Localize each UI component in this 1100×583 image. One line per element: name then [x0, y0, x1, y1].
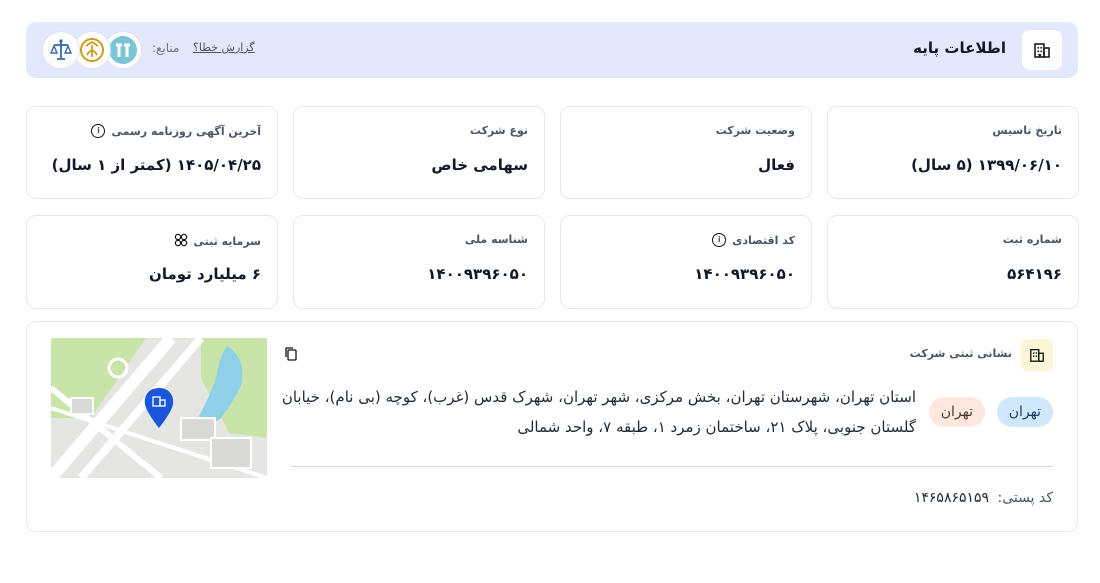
- postal-value: ۱۴۶۵۸۶۵۱۵۹: [913, 490, 990, 506]
- scales-icon[interactable]: [42, 31, 80, 69]
- card-value: سهامی خاص: [431, 156, 528, 174]
- postal-label: کد پستی:: [997, 490, 1053, 506]
- card-label: تاریخ تاسیس: [992, 124, 1062, 137]
- page-title: اطلاعات پایه: [913, 39, 1006, 57]
- address-text: استان تهران، شهرستان تهران، بخش مرکزی، ش…: [281, 388, 916, 436]
- card-value: فعال: [758, 156, 795, 174]
- card-value: ۱۳۹۹/۰۶/۱۰ (۵ سال): [911, 156, 1062, 174]
- card-registered-capital: سرمایه ثبتی ۶ میلیارد تومان: [26, 215, 278, 309]
- card-company-status: وضعیت شرکت فعال: [560, 106, 812, 199]
- card-value: ۶ میلیارد تومان: [149, 265, 261, 283]
- card-label: شناسه ملی: [464, 233, 528, 246]
- building-icon: [1022, 30, 1062, 70]
- card-value: ۱۴۰۰۹۳۹۶۰۵۰: [694, 265, 795, 283]
- card-company-type: نوع شرکت سهامی خاص: [293, 106, 545, 199]
- sources-label: منابع:: [152, 41, 180, 55]
- info-icon[interactable]: i: [712, 233, 727, 247]
- basic-info-header: اطلاعات پایه گزارش خطا؟ منابع:: [26, 22, 1078, 78]
- card-value: ۱۴۰۵/۰۴/۲۵ (کمتر از ۱ سال): [51, 156, 261, 174]
- card-label: شماره ثبت: [1002, 233, 1062, 246]
- card-national-id: شناسه ملی ۱۴۰۰۹۳۹۶۰۵۰: [293, 215, 545, 309]
- card-economic-code: کد اقتصادی i ۱۴۰۰۹۳۹۶۰۵۰: [560, 215, 812, 309]
- card-value: ۵۶۴۱۹۶: [1007, 265, 1062, 283]
- report-error-link[interactable]: گزارش خطا؟: [193, 41, 255, 54]
- address-title: نشانی ثبتی شرکت: [909, 347, 1012, 360]
- registered-address-card: نشانی ثبتی شرکت تهران تهران استان تهران،…: [26, 321, 1078, 532]
- card-last-gazette: آخرین آگهی روزنامه رسمی i ۱۴۰۵/۰۴/۲۵ (کم…: [26, 106, 278, 199]
- info-icon[interactable]: i: [91, 124, 106, 138]
- copy-icon[interactable]: [283, 346, 299, 362]
- card-value: ۱۴۰۰۹۳۹۶۰۵۰: [427, 265, 528, 283]
- card-label: کد اقتصادی: [732, 233, 795, 247]
- coins-icon: [174, 233, 188, 250]
- card-label: سرمایه ثبتی: [193, 235, 261, 248]
- location-map[interactable]: [51, 338, 267, 478]
- province-chip[interactable]: تهران: [996, 397, 1053, 427]
- city-chip[interactable]: تهران: [928, 397, 985, 427]
- postal-code: کد پستی: ۱۴۶۵۸۶۵۱۵۹: [914, 490, 1053, 506]
- card-founding-date: تاریخ تاسیس ۱۳۹۹/۰۶/۱۰ (۵ سال): [827, 106, 1079, 199]
- building-icon: [1021, 339, 1053, 371]
- card-label: وضعیت شرکت: [715, 124, 795, 137]
- card-label: نوع شرکت: [469, 124, 528, 137]
- card-registration-number: شماره ثبت ۵۶۴۱۹۶: [827, 215, 1079, 309]
- card-label: آخرین آگهی روزنامه رسمی: [111, 124, 261, 138]
- divider: [291, 466, 1053, 467]
